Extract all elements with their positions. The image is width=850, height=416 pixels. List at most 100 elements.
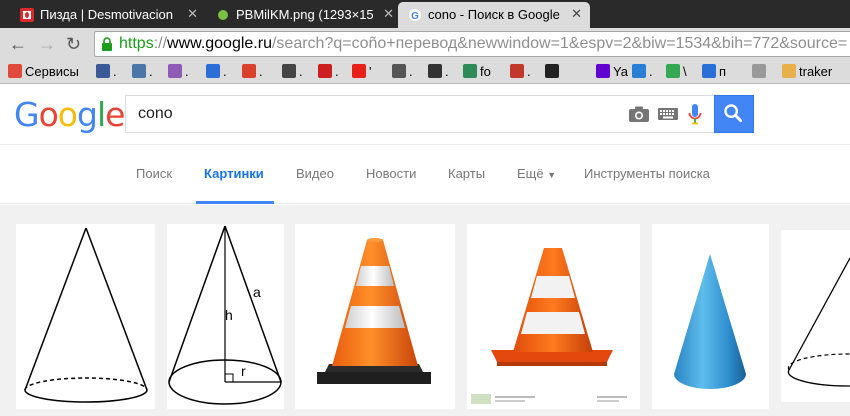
tab-search-tools[interactable]: Инструменты поиска — [584, 166, 710, 181]
forward-arrow-icon[interactable]: → — [38, 34, 56, 55]
tab-title: Пизда | Desmotivacion — [40, 7, 173, 22]
bookmark-label: . — [445, 64, 449, 79]
bookmark-label: п — [719, 64, 727, 79]
logo-letter: G — [14, 95, 40, 134]
keyboard-icon[interactable] — [658, 108, 678, 120]
bookmark-4[interactable]: . — [206, 64, 227, 80]
image-result-4[interactable] — [467, 224, 640, 409]
bookmark-label: . — [649, 64, 653, 79]
bookmark-5[interactable]: . — [242, 64, 263, 80]
browser-tab-active[interactable]: G cono - Поиск в Google ✕ — [398, 2, 590, 28]
image-result-2[interactable]: a h r — [167, 224, 284, 409]
image-result-5[interactable] — [652, 224, 769, 409]
address-bar[interactable]: https://www.google.ru/search?q=coño+пере… — [94, 31, 850, 57]
bookmark-2[interactable]: . — [132, 64, 153, 80]
tab-video[interactable]: Видео — [296, 166, 334, 181]
search-box[interactable]: cono — [125, 95, 715, 133]
tab-more[interactable]: Ещё ▼ — [517, 166, 556, 181]
tab-search[interactable]: Поиск — [136, 166, 172, 181]
bookmark-label: \ — [683, 64, 687, 79]
bookmark-1[interactable]: . — [96, 64, 117, 80]
url-text: https://www.google.ru/search?q=coño+пере… — [119, 35, 847, 53]
tv-icon — [428, 64, 442, 78]
bookmark-6[interactable]: . — [282, 64, 303, 80]
image-results: a h r — [0, 205, 850, 416]
back-arrow-icon[interactable]: ← — [9, 34, 27, 55]
ip-icon — [632, 64, 646, 78]
search-input[interactable]: cono — [138, 105, 173, 123]
tab-close-icon[interactable]: ✕ — [383, 6, 394, 22]
bookmark-18[interactable] — [752, 64, 769, 80]
logo-letter: o — [38, 95, 59, 134]
apps-grid-icon — [8, 64, 22, 78]
traffic-cone-icon — [317, 238, 431, 384]
google-g-icon: G — [408, 8, 422, 22]
browser-tab-2[interactable]: PBMilKM.png (1293×15 ✕ — [206, 2, 402, 28]
logo-letter: e — [105, 95, 125, 134]
image-result-1[interactable] — [16, 224, 155, 409]
bookmark-16[interactable]: \ — [666, 64, 687, 80]
tab-title: PBMilKM.png (1293×15 — [236, 7, 374, 22]
browser-tab-strip: Пизда | Desmotivacion ✕ PBMilKM.png (129… — [0, 0, 850, 28]
traffic-cone-stock-icon — [467, 248, 640, 409]
lock-icon — [102, 37, 112, 51]
image-result-3[interactable] — [295, 224, 455, 409]
bookmark-label: ' — [369, 64, 372, 79]
tab-news[interactable]: Новости — [366, 166, 416, 181]
logo-letter: g — [76, 95, 98, 134]
bookmark-9[interactable]: . — [392, 64, 413, 80]
v-red-icon — [510, 64, 524, 78]
chat-icon — [702, 64, 716, 78]
bookmark-11[interactable]: fo — [463, 64, 491, 80]
ghost-icon — [392, 64, 406, 78]
bookmark-0[interactable]: Сервисы — [8, 64, 79, 80]
microphone-icon[interactable] — [688, 104, 702, 126]
bookmark-label: . — [223, 64, 227, 79]
p-red-icon — [242, 64, 256, 78]
bookmark-label: . — [185, 64, 189, 79]
bookmark-10[interactable]: . — [428, 64, 449, 80]
bookmark-label: fo — [480, 64, 491, 79]
search-nav: Поиск Картинки Видео Новости Карты Ещё ▼… — [0, 146, 850, 204]
bookmark-14[interactable]: Ya — [596, 64, 628, 80]
bookmark-label: Сервисы — [25, 64, 79, 79]
tab-close-icon[interactable]: ✕ — [187, 6, 198, 22]
bookmarks-bar: Сервисы....... '.. fo. Ya. \ п traker — [0, 60, 850, 84]
bookmark-15[interactable]: . — [632, 64, 653, 80]
active-tab-indicator — [196, 201, 274, 204]
d-icon — [282, 64, 296, 78]
tab-images[interactable]: Картинки — [204, 166, 264, 181]
label-radius: r — [241, 363, 246, 379]
bookmark-12[interactable]: . — [510, 64, 531, 80]
google-logo[interactable]: Google — [14, 95, 125, 134]
bookmark-19[interactable]: traker — [782, 64, 832, 80]
bookmark-17[interactable]: п — [702, 64, 726, 80]
folder-icon — [782, 64, 796, 78]
bookmark-label: traker — [799, 64, 833, 79]
play-store-icon — [666, 64, 680, 78]
bookmark-label: . — [299, 64, 303, 79]
bookmark-7[interactable]: . — [318, 64, 339, 80]
tab-maps[interactable]: Карты — [448, 166, 485, 181]
bookmark-label: . — [527, 64, 531, 79]
bookmark-3[interactable]: . — [168, 64, 189, 80]
tab-more-label: Ещё — [517, 166, 544, 181]
opera-icon — [318, 64, 332, 78]
magnifier-icon — [724, 104, 743, 123]
blue-3d-cone-icon — [674, 254, 746, 389]
logo-letter: o — [57, 95, 78, 134]
bookmark-13[interactable] — [545, 64, 562, 80]
reload-icon[interactable]: ↻ — [66, 34, 81, 55]
image-green-dot-icon — [218, 10, 228, 20]
search-button[interactable] — [714, 95, 754, 133]
bookmark-label: . — [335, 64, 339, 79]
tab-close-icon[interactable]: ✕ — [571, 6, 582, 22]
s-purple-icon — [168, 64, 182, 78]
google-header: Google cono — [0, 85, 850, 145]
camera-icon[interactable] — [628, 106, 650, 122]
bookmark-8[interactable]: ' — [352, 64, 371, 80]
bookmark-label: . — [259, 64, 263, 79]
browser-tab-1[interactable]: Пизда | Desmotivacion ✕ — [10, 2, 206, 28]
url-separator: :// — [153, 35, 168, 52]
image-result-6[interactable] — [781, 230, 850, 402]
